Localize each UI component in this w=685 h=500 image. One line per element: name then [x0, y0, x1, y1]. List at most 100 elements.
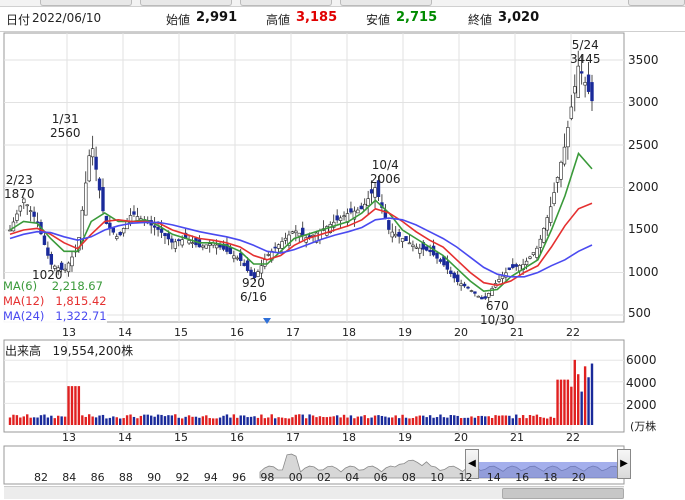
volume-bar	[573, 359, 576, 425]
volume-bar	[470, 416, 473, 425]
volume-bar	[218, 417, 222, 425]
volume-bar	[349, 415, 353, 425]
volume-bar	[146, 414, 149, 425]
volume-bar	[201, 416, 205, 425]
ma-legend: MA(6) 2,218.67 MA(12) 1,815.42 MA(24) 1,…	[3, 279, 107, 324]
candle-down	[397, 231, 401, 237]
volume-bar	[497, 415, 501, 425]
volume-bar	[356, 416, 360, 425]
annotation-price: 2560	[50, 126, 81, 140]
volume-bar	[57, 415, 60, 425]
volume-bar	[81, 415, 84, 425]
volume-bar	[370, 417, 373, 425]
ma12-legend: MA(12) 1,815.42	[3, 294, 107, 309]
volume-bar	[88, 414, 91, 425]
year-tick: 18	[342, 431, 356, 444]
volume-bar	[63, 416, 67, 425]
navigator-tick: 00	[288, 471, 303, 484]
volume-bar	[587, 377, 590, 425]
volume-bar	[256, 417, 260, 425]
candle-down	[42, 235, 47, 245]
ma6-legend: MA(6) 2,218.67	[3, 279, 107, 294]
volume-bar	[174, 414, 177, 425]
volume-bar	[456, 415, 459, 425]
candle-down	[349, 208, 353, 213]
candle-up	[400, 238, 405, 242]
annotation-6-16: 920 6/16	[240, 276, 267, 304]
candle-up	[569, 106, 574, 119]
annotation-price: 920	[242, 276, 265, 290]
volume-bar	[249, 416, 253, 425]
volume-bar	[311, 415, 315, 425]
candle-up	[63, 268, 67, 271]
candle-down	[514, 264, 518, 267]
volume-bar	[494, 415, 497, 425]
volume-bar	[528, 414, 532, 425]
volume-bar	[119, 418, 122, 425]
candle-up	[201, 245, 205, 248]
volume-bar	[487, 416, 490, 425]
volume-bar	[535, 414, 539, 425]
price-axis-tick: 1500	[628, 222, 659, 236]
volume-bar	[556, 379, 559, 425]
candle-up	[204, 244, 208, 249]
volume-bar	[246, 417, 249, 425]
volume-bar	[453, 415, 456, 425]
annotation-date: 6/16	[240, 290, 267, 304]
volume-axis-tick: 6000	[626, 353, 657, 367]
year-tick: 13	[62, 326, 76, 339]
candle-down	[445, 261, 450, 270]
volume-bar	[215, 418, 218, 425]
volume-bar	[449, 414, 453, 425]
navigator-tick: 10	[430, 471, 445, 484]
volume-bar	[242, 415, 246, 425]
year-tick: 21	[510, 431, 524, 444]
volume-bar	[70, 386, 74, 425]
navigator-tick: 86	[90, 471, 105, 484]
volume-bar	[136, 418, 139, 425]
navigator-tick: 82	[34, 471, 48, 484]
candle-up	[87, 155, 91, 182]
volume-bar	[422, 415, 425, 425]
volume-bar	[208, 418, 211, 425]
candle-down	[228, 247, 233, 254]
candle-down	[449, 270, 453, 274]
candle-down	[49, 253, 54, 265]
ma6-label: MA(6)	[3, 279, 38, 293]
candle-up	[528, 256, 532, 259]
candle-up	[259, 265, 264, 274]
candle-up	[28, 210, 33, 212]
candle-down	[118, 232, 122, 236]
candle-up	[545, 217, 549, 231]
scrollbar-thumb[interactable]	[502, 488, 624, 499]
candle-down	[462, 283, 467, 287]
candle-up	[214, 244, 219, 249]
volume-bar	[15, 415, 19, 425]
volume-bar	[397, 418, 401, 425]
candle-down	[452, 272, 456, 279]
navigator-tick: 04	[345, 471, 360, 484]
candle-down	[170, 238, 174, 243]
volume-bar	[339, 417, 342, 425]
year-tick: 14	[118, 326, 132, 339]
candle-up	[366, 198, 370, 206]
annotation-date: 5/24	[571, 38, 599, 52]
volume-bar	[377, 415, 380, 425]
volume-bar	[50, 415, 53, 425]
volume-bar	[329, 416, 332, 425]
candle-up	[524, 260, 529, 266]
volume-bar	[480, 415, 483, 425]
stock-chart[interactable]	[0, 0, 685, 500]
candle-down	[507, 267, 512, 270]
price-axis-tick: 500	[628, 306, 651, 320]
candle-up	[208, 243, 212, 246]
volume-bar	[84, 416, 87, 425]
volume-bar	[428, 415, 432, 425]
volume-bar	[583, 366, 587, 425]
volume-bar	[112, 416, 115, 425]
navigator-right-handle[interactable]: ▶	[617, 449, 631, 479]
navigator-scrollbar[interactable]	[4, 486, 624, 499]
volume-bar	[115, 417, 118, 425]
ma24-value: 1,322.71	[55, 309, 107, 323]
candle-up	[294, 230, 298, 234]
